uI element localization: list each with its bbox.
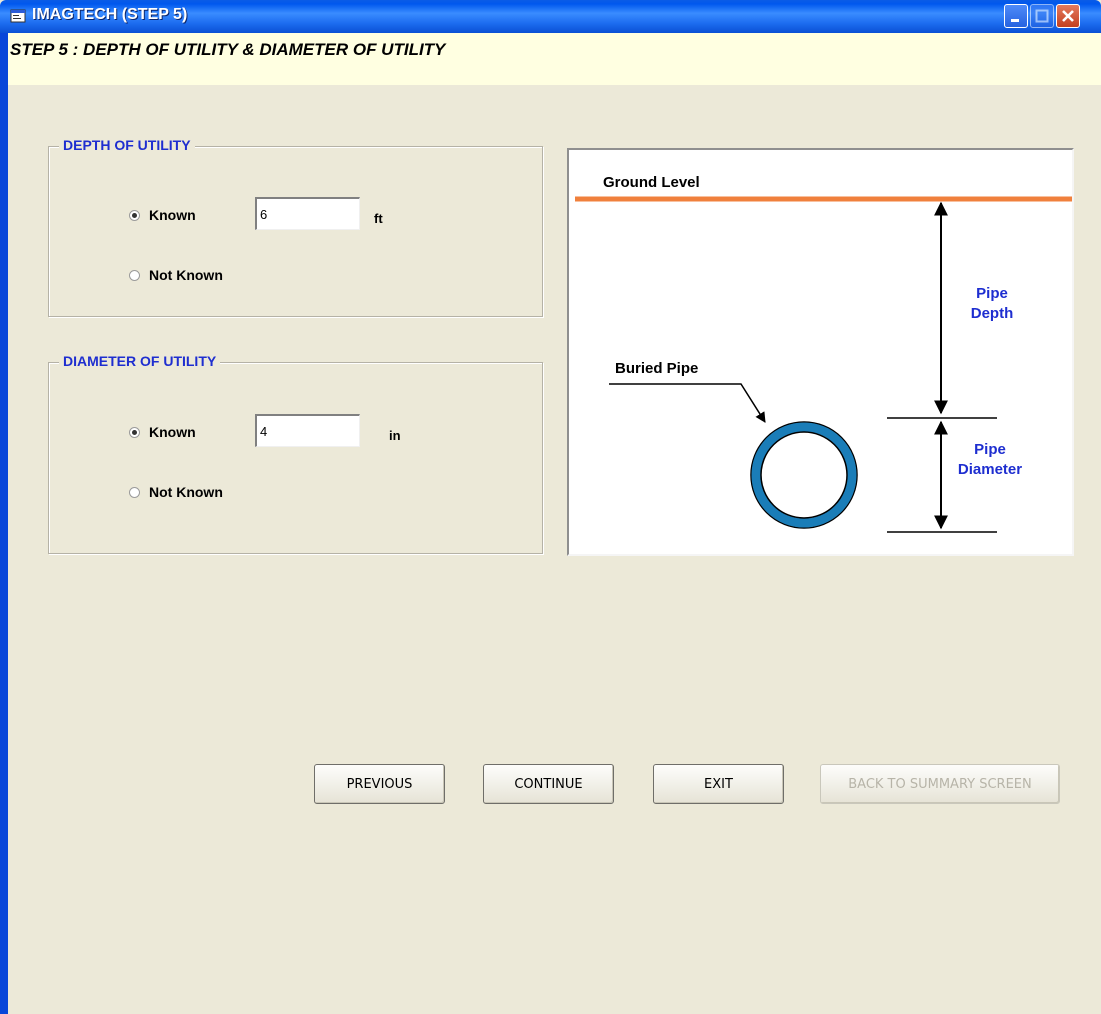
diameter-value-input[interactable]: [255, 414, 360, 447]
depth-value-input[interactable]: [255, 197, 360, 230]
maximize-button: [1030, 4, 1054, 28]
depth-not-known-radio[interactable]: Not Known: [129, 267, 223, 283]
diameter-not-known-radio-button[interactable]: [129, 486, 140, 498]
diameter-unit-label: in: [389, 428, 401, 443]
previous-button[interactable]: PREVIOUS: [314, 764, 445, 804]
pipe-diameter-label-2: Diameter: [958, 461, 1022, 478]
diameter-of-utility-group: DIAMETER OF UTILITY Known in Not Known: [48, 353, 543, 554]
pipe-depth-label-2: Depth: [971, 305, 1014, 322]
ground-level-label: Ground Level: [603, 174, 700, 191]
depth-unit-label: ft: [374, 211, 383, 226]
close-icon: [1062, 10, 1074, 22]
pipe-diameter-label-1: Pipe: [974, 441, 1006, 458]
step-title: STEP 5 : DEPTH OF UTILITY & DIAMETER OF …: [10, 40, 446, 59]
depth-not-known-radio-button[interactable]: [129, 269, 140, 281]
close-button[interactable]: [1056, 4, 1080, 28]
depth-known-label: Known: [149, 207, 196, 223]
buried-pipe-inner: [760, 431, 848, 519]
exit-button[interactable]: EXIT: [653, 764, 784, 804]
depth-known-radio-button[interactable]: [129, 209, 140, 221]
window-frame-left: [0, 33, 8, 1014]
depth-not-known-label: Not Known: [149, 267, 223, 283]
diameter-known-radio[interactable]: Known: [129, 424, 196, 440]
window-title: IMAGTECH (STEP 5): [32, 6, 188, 23]
depth-of-utility-group: DEPTH OF UTILITY Known ft Not Known: [48, 137, 543, 317]
pipe-diagram-svg: Ground Level Pipe Depth Pipe Diameter Bu…: [575, 174, 1072, 533]
depth-group-legend: DEPTH OF UTILITY: [59, 137, 195, 153]
pipe-depth-label-1: Pipe: [976, 285, 1008, 302]
maximize-icon: [1035, 9, 1049, 23]
diameter-not-known-radio[interactable]: Not Known: [129, 484, 223, 500]
minimize-icon: [1011, 19, 1019, 22]
app-window-icon: [10, 9, 26, 23]
diameter-not-known-label: Not Known: [149, 484, 223, 500]
diameter-known-label: Known: [149, 424, 196, 440]
diameter-known-radio-button[interactable]: [129, 426, 140, 438]
pipe-diagram: Ground Level Pipe Depth Pipe Diameter Bu…: [567, 148, 1074, 556]
diameter-group-legend: DIAMETER OF UTILITY: [59, 353, 221, 369]
step-header: STEP 5 : DEPTH OF UTILITY & DIAMETER OF …: [8, 33, 1101, 85]
title-bar: IMAGTECH (STEP 5): [0, 0, 1101, 33]
continue-button[interactable]: CONTINUE: [483, 764, 614, 804]
buried-pipe-leader: [609, 383, 766, 423]
minimize-button[interactable]: [1004, 4, 1028, 28]
depth-known-radio[interactable]: Known: [129, 207, 196, 223]
buried-pipe-label: Buried Pipe: [615, 360, 698, 377]
back-to-summary-button: BACK TO SUMMARY SCREEN: [820, 764, 1060, 804]
